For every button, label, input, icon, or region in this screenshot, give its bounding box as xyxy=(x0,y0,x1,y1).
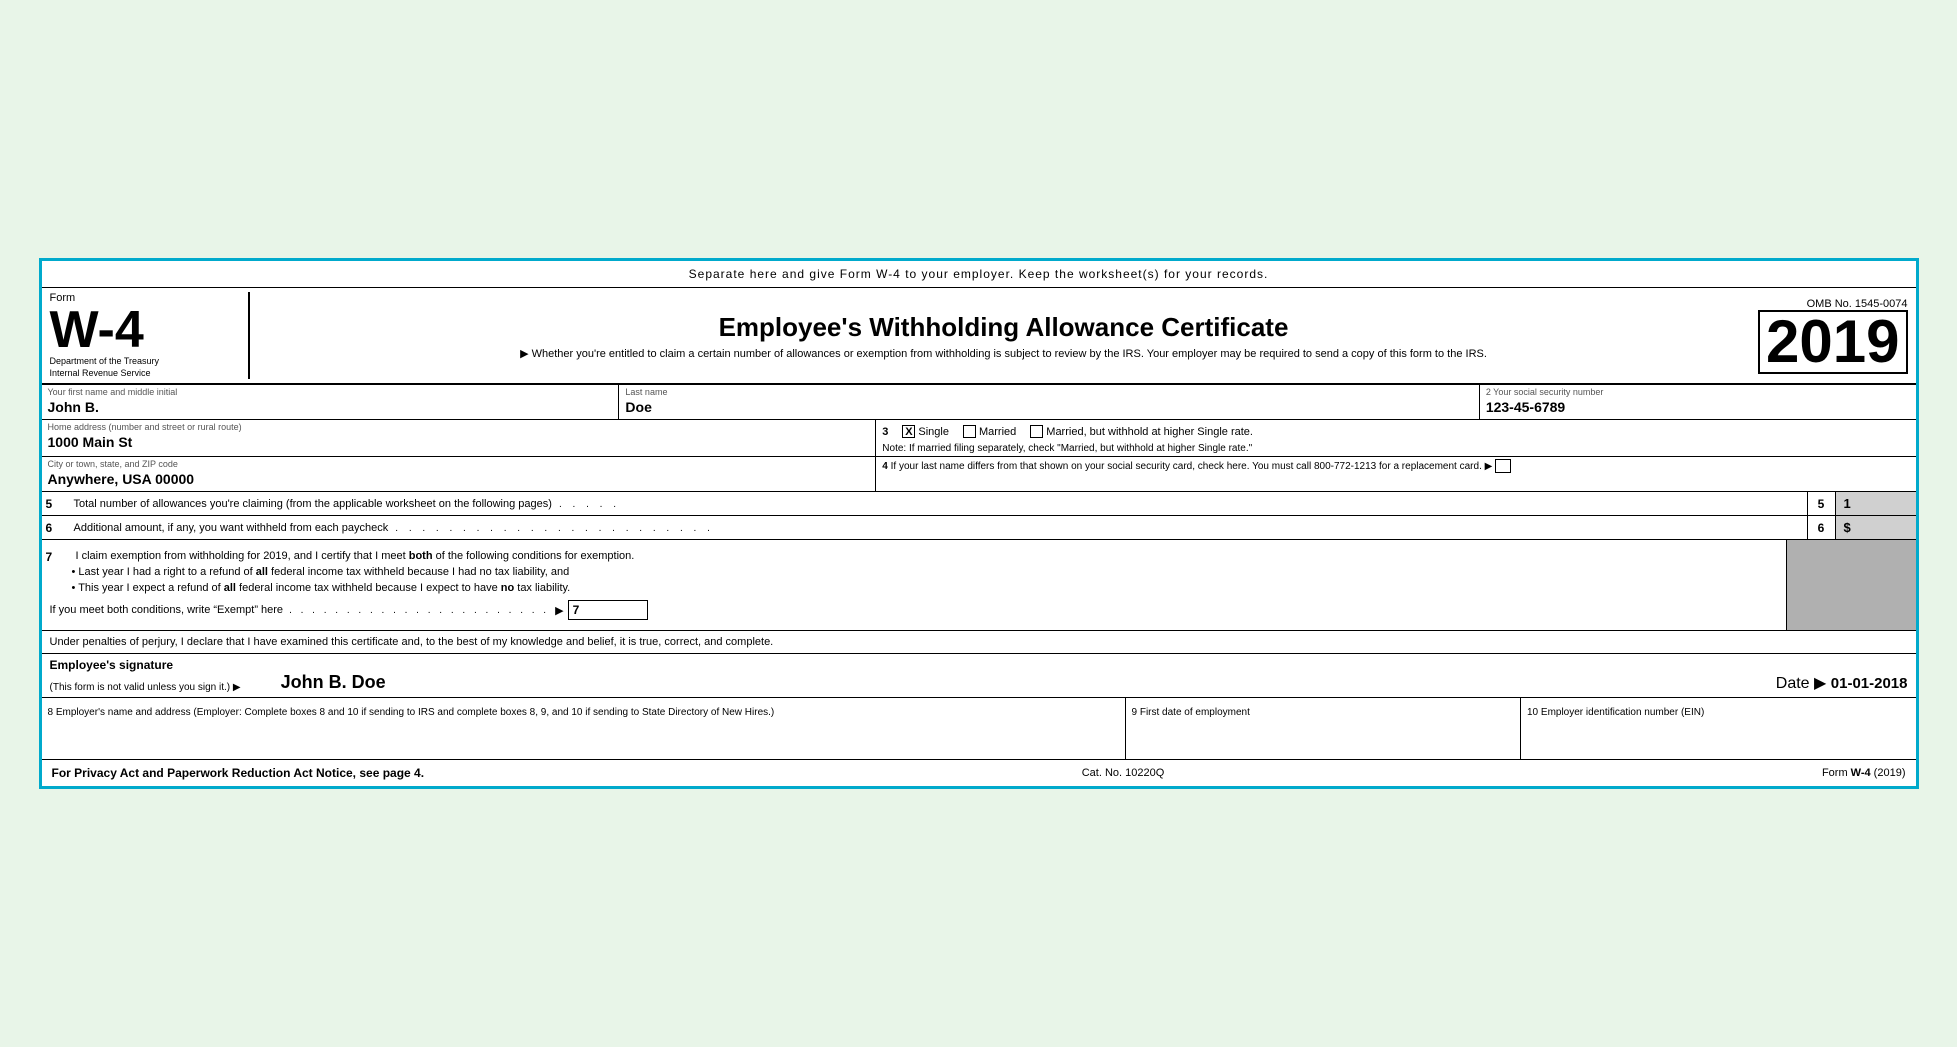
employer-row: 8 Employer's name and address (Employer:… xyxy=(42,698,1916,760)
dept2: Internal Revenue Service xyxy=(50,368,151,380)
employer-name-cell: 8 Employer's name and address (Employer:… xyxy=(42,698,1126,759)
row5-box: 5 1 xyxy=(1807,492,1916,515)
address-cell: Home address (number and street or rural… xyxy=(42,420,877,456)
emp9-cell: 9 First date of employment xyxy=(1126,698,1522,759)
field4-text: 4 If your last name differs from that sh… xyxy=(882,461,1511,472)
single-label: Single xyxy=(918,426,949,438)
row7-number: 7 xyxy=(46,550,76,564)
field4-cell: 4 If your last name differs from that sh… xyxy=(876,457,1915,491)
footer-right: Form W-4 (2019) xyxy=(1822,767,1906,779)
row6-box-num: 6 xyxy=(1808,516,1836,539)
sig-date-label: Date ▶ xyxy=(1776,675,1827,692)
row5-box-num: 5 xyxy=(1808,492,1836,515)
row-city-field4: City or town, state, and ZIP code Anywhe… xyxy=(42,457,1916,492)
form-name: W-4 xyxy=(50,304,144,356)
signature-row: Employee's signature (This form is not v… xyxy=(42,654,1916,698)
row7-box-num: 7 xyxy=(573,603,580,617)
perjury-text: Under penalties of perjury, I declare th… xyxy=(50,636,774,648)
single-checkbox-item[interactable]: X Single xyxy=(902,425,949,438)
row6-number: 6 xyxy=(42,517,72,539)
row6-box: 6 $ xyxy=(1807,516,1916,539)
sig-title: Employee's signature xyxy=(50,658,1588,672)
row5: 5 Total number of allowances you're clai… xyxy=(42,492,1916,516)
row6: 6 Additional amount, if any, you want wi… xyxy=(42,516,1916,540)
row5-dots: . . . . . xyxy=(555,495,624,514)
separator-line: Separate here and give Form W-4 to your … xyxy=(42,261,1916,288)
row-address-filing: Home address (number and street or rural… xyxy=(42,420,1916,457)
row5-box-val[interactable]: 1 xyxy=(1836,492,1916,515)
row6-box-val[interactable]: $ xyxy=(1836,516,1916,539)
married-checkbox-item[interactable]: Married xyxy=(963,425,1016,438)
form-subtitle: ▶ Whether you're entitled to claim a cer… xyxy=(270,347,1738,360)
row7-grey-area xyxy=(1786,540,1916,630)
perjury-row: Under penalties of perjury, I declare th… xyxy=(42,631,1916,654)
header-center: Employee's Withholding Allowance Certifi… xyxy=(270,312,1738,360)
sig-left: Employee's signature (This form is not v… xyxy=(50,658,1588,693)
row6-text: Additional amount, if any, you want with… xyxy=(72,518,1807,538)
filing-cell: 3 X Single Married Married, but withhold… xyxy=(876,420,1915,456)
first-name-label: Your first name and middle initial xyxy=(48,387,613,397)
emp9-value[interactable] xyxy=(1132,720,1515,755)
filing-number: 3 xyxy=(882,426,888,438)
row7-exempt-text: If you meet both conditions, write “Exem… xyxy=(50,604,284,616)
row7-bullet1: • Last year I had a right to a refund of… xyxy=(42,564,1782,580)
last-name-value: Doe xyxy=(625,397,1472,417)
filing-note: Note: If married filing separately, chec… xyxy=(882,443,1909,454)
last-name-cell: Last name Doe xyxy=(619,385,1479,419)
married-higher-checkbox[interactable] xyxy=(1030,425,1043,438)
row7-dots: . . . . . . . . . . . . . . . . . . . . … xyxy=(283,605,555,616)
city-value: Anywhere, USA 00000 xyxy=(48,469,870,489)
emp10-cell: 10 Employer identification number (EIN) xyxy=(1521,698,1916,759)
ssn-value: 123-45-6789 xyxy=(1486,397,1910,417)
single-checkbox[interactable]: X xyxy=(902,425,915,438)
form-title: Employee's Withholding Allowance Certifi… xyxy=(270,312,1738,343)
row5-text: Total number of allowances you're claimi… xyxy=(72,494,1807,514)
row5-number: 5 xyxy=(42,493,72,515)
filing-status: 3 X Single Married Married, but withhold… xyxy=(882,422,1909,441)
married-higher-checkbox-item[interactable]: Married, but withhold at higher Single r… xyxy=(1030,425,1253,438)
row7-main-text: I claim exemption from withholding for 2… xyxy=(76,550,635,564)
sig-right: Date ▶ 01-01-2018 xyxy=(1588,673,1908,693)
row7-exempt-line: If you meet both conditions, write “Exem… xyxy=(42,596,1782,624)
sig-name: John B. Doe xyxy=(281,672,386,693)
ssn-cell: 2 Your social security number 123-45-678… xyxy=(1480,385,1916,419)
row7-text-area: 7 I claim exemption from withholding for… xyxy=(42,540,1786,630)
tax-year: 2019 xyxy=(1758,310,1907,374)
first-name-value: John B. xyxy=(48,397,613,417)
row7-first-line: 7 I claim exemption from withholding for… xyxy=(42,546,1782,564)
sig-date: 01-01-2018 xyxy=(1831,675,1908,692)
w4-form: Separate here and give Form W-4 to your … xyxy=(39,258,1919,789)
first-name-cell: Your first name and middle initial John … xyxy=(42,385,620,419)
sig-note: (This form is not valid unless you sign … xyxy=(50,682,241,693)
form-logo: Form W-4 Department of the Treasury Inte… xyxy=(50,292,250,379)
emp10-value[interactable] xyxy=(1527,720,1910,755)
footer-row: For Privacy Act and Paperwork Reduction … xyxy=(42,760,1916,786)
city-label: City or town, state, and ZIP code xyxy=(48,459,870,469)
header: Form W-4 Department of the Treasury Inte… xyxy=(42,288,1916,385)
married-higher-label: Married, but withhold at higher Single r… xyxy=(1046,426,1253,438)
row7-main: 7 I claim exemption from withholding for… xyxy=(42,540,1916,630)
married-label: Married xyxy=(979,426,1016,438)
emp10-label: 10 Employer identification number (EIN) xyxy=(1527,707,1704,718)
omb-section: OMB No. 1545-0074 2019 xyxy=(1748,298,1908,374)
employer-value[interactable] xyxy=(48,720,1119,755)
row7: 7 I claim exemption from withholding for… xyxy=(42,540,1916,631)
married-checkbox[interactable] xyxy=(963,425,976,438)
city-cell: City or town, state, and ZIP code Anywhe… xyxy=(42,457,877,491)
row7-box[interactable]: 7 xyxy=(568,600,648,620)
address-label: Home address (number and street or rural… xyxy=(48,422,870,432)
last-name-label: Last name xyxy=(625,387,1472,397)
emp-label: 8 Employer's name and address (Employer:… xyxy=(48,707,775,718)
row6-dots: . . . . . . . . . . . . . . . . . . . . … xyxy=(391,519,718,538)
row7-arrow: ▶ xyxy=(555,604,563,617)
row7-bullet2: • This year I expect a refund of all fed… xyxy=(42,580,1782,596)
emp9-label: 9 First date of employment xyxy=(1132,707,1250,718)
footer-left: For Privacy Act and Paperwork Reduction … xyxy=(52,766,425,780)
row-name: Your first name and middle initial John … xyxy=(42,385,1916,420)
address-value: 1000 Main St xyxy=(48,432,870,452)
ssn-label: 2 Your social security number xyxy=(1486,387,1910,397)
footer-center: Cat. No. 10220Q xyxy=(1082,767,1165,779)
dept1: Department of the Treasury xyxy=(50,356,160,368)
